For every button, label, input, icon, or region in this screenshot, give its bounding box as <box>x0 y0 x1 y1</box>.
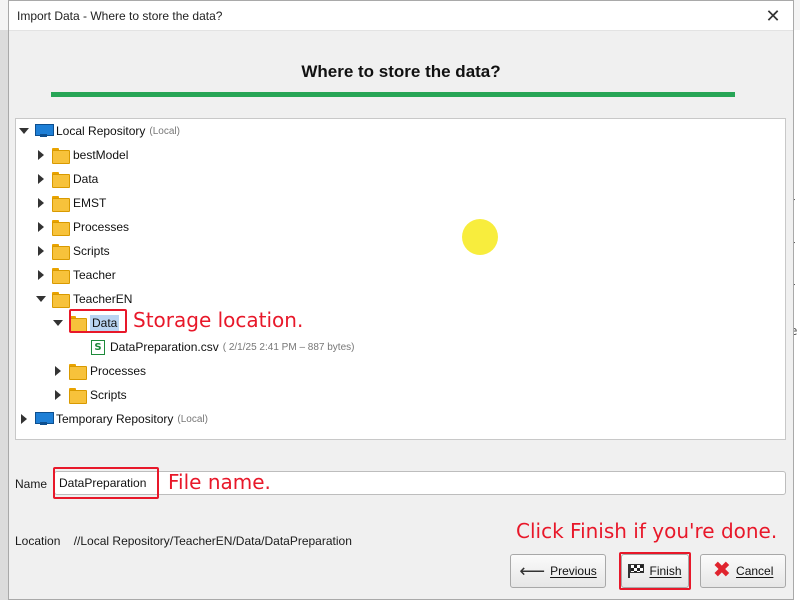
background-left-panel <box>0 30 8 600</box>
folder-icon <box>52 148 70 164</box>
tree-node-sub: (Local) <box>177 413 208 425</box>
tree-node-sub: (Local) <box>149 125 180 137</box>
filename-highlight-box <box>53 467 159 499</box>
tree-node-label: Scripts <box>90 388 127 402</box>
cursor-indicator <box>462 219 498 255</box>
folder-icon <box>52 244 70 260</box>
tree-node-teacheren[interactable]: TeacherEN <box>36 287 132 311</box>
cancel-x-icon: ✖ <box>712 558 732 583</box>
cancel-button-label: Cancel <box>736 564 774 578</box>
repository-icon <box>35 412 54 426</box>
collapse-arrow-icon[interactable] <box>36 294 46 304</box>
location-value: //Local Repository/TeacherEN/Data/DataPr… <box>73 534 352 548</box>
tree-node-sub: ( 2/1/25 2:41 PM – 887 bytes) <box>222 341 355 353</box>
dialog-titlebar: Import Data - Where to store the data? <box>9 1 793 31</box>
dialog-header: Where to store the data? <box>9 31 793 111</box>
tree-node-temporary-repository[interactable]: Temporary Repository (Local) <box>19 407 208 431</box>
name-input[interactable] <box>54 471 786 495</box>
expand-arrow-icon[interactable] <box>19 414 29 424</box>
expand-arrow-icon[interactable] <box>36 150 46 160</box>
tree-node-label: bestModel <box>73 148 129 162</box>
tree-node-teacheren-processes[interactable]: Processes <box>53 359 146 383</box>
repository-tree[interactable]: Local Repository (Local) bestModel Data … <box>15 118 786 440</box>
tree-node-label: Local Repository <box>56 124 146 138</box>
storage-annotation: Storage location. <box>133 308 304 332</box>
expand-arrow-icon[interactable] <box>36 174 46 184</box>
expand-arrow-icon[interactable] <box>36 270 46 280</box>
tree-node-teacher[interactable]: Teacher <box>36 263 116 287</box>
folder-icon <box>52 220 70 236</box>
import-data-dialog: Import Data - Where to store the data? ✕… <box>8 0 794 600</box>
tree-node-processes[interactable]: Processes <box>36 215 129 239</box>
name-label: Name <box>15 477 48 491</box>
tree-node-label: DataPreparation.csv <box>110 340 219 354</box>
location-label: Location <box>15 534 61 548</box>
previous-button-label: Previous <box>550 564 597 578</box>
tree-node-scripts[interactable]: Scripts <box>36 239 110 263</box>
folder-icon <box>69 388 87 404</box>
tree-node-local-repository[interactable]: Local Repository (Local) <box>19 119 180 143</box>
storage-highlight-box <box>69 309 127 333</box>
folder-icon <box>69 364 87 380</box>
collapse-arrow-icon[interactable] <box>19 126 29 136</box>
dialog-title: Import Data - Where to store the data? <box>17 8 223 23</box>
close-icon: ✕ <box>765 5 781 26</box>
folder-icon <box>52 172 70 188</box>
tree-node-label: Teacher <box>73 268 116 282</box>
cancel-button[interactable]: ✖ Cancel <box>700 554 786 588</box>
tree-node-label: Data <box>73 172 99 186</box>
heading-accent-line <box>51 92 735 97</box>
finish-annotation: Click Finish if you're done. <box>516 519 778 543</box>
arrow-left-icon: ⟵ <box>519 560 546 582</box>
tree-node-csv-file[interactable]: S DataPreparation.csv ( 2/1/25 2:41 PM –… <box>91 335 354 359</box>
tree-node-data[interactable]: Data <box>36 167 98 191</box>
folder-icon <box>52 292 70 308</box>
repository-icon <box>35 124 54 138</box>
expand-arrow-icon[interactable] <box>36 222 46 232</box>
expand-arrow-icon[interactable] <box>36 246 46 256</box>
expand-arrow-icon[interactable] <box>53 390 63 400</box>
tree-node-label: EMST <box>73 196 107 210</box>
collapse-arrow-icon[interactable] <box>53 318 63 328</box>
filename-annotation: File name. <box>168 470 271 494</box>
tree-node-bestmodel[interactable]: bestModel <box>36 143 128 167</box>
folder-icon <box>52 196 70 212</box>
tree-node-label: Temporary Repository <box>56 412 174 426</box>
finish-highlight-box <box>619 552 691 590</box>
dialog-heading: Where to store the data? <box>301 62 501 81</box>
folder-icon <box>52 268 70 284</box>
tree-node-label: Processes <box>90 364 147 378</box>
previous-button[interactable]: ⟵ Previous <box>510 554 606 588</box>
expand-arrow-icon[interactable] <box>53 366 63 376</box>
close-button[interactable]: ✕ <box>763 6 783 26</box>
location-row: Location //Local Repository/TeacherEN/Da… <box>15 534 352 548</box>
csv-file-icon: S <box>91 339 105 355</box>
tree-node-label: Processes <box>73 220 130 234</box>
tree-node-label: TeacherEN <box>73 292 133 306</box>
tree-node-label: Scripts <box>73 244 110 258</box>
tree-node-emst[interactable]: EMST <box>36 191 106 215</box>
expand-arrow-icon[interactable] <box>36 198 46 208</box>
tree-node-teacheren-scripts[interactable]: Scripts <box>53 383 127 407</box>
